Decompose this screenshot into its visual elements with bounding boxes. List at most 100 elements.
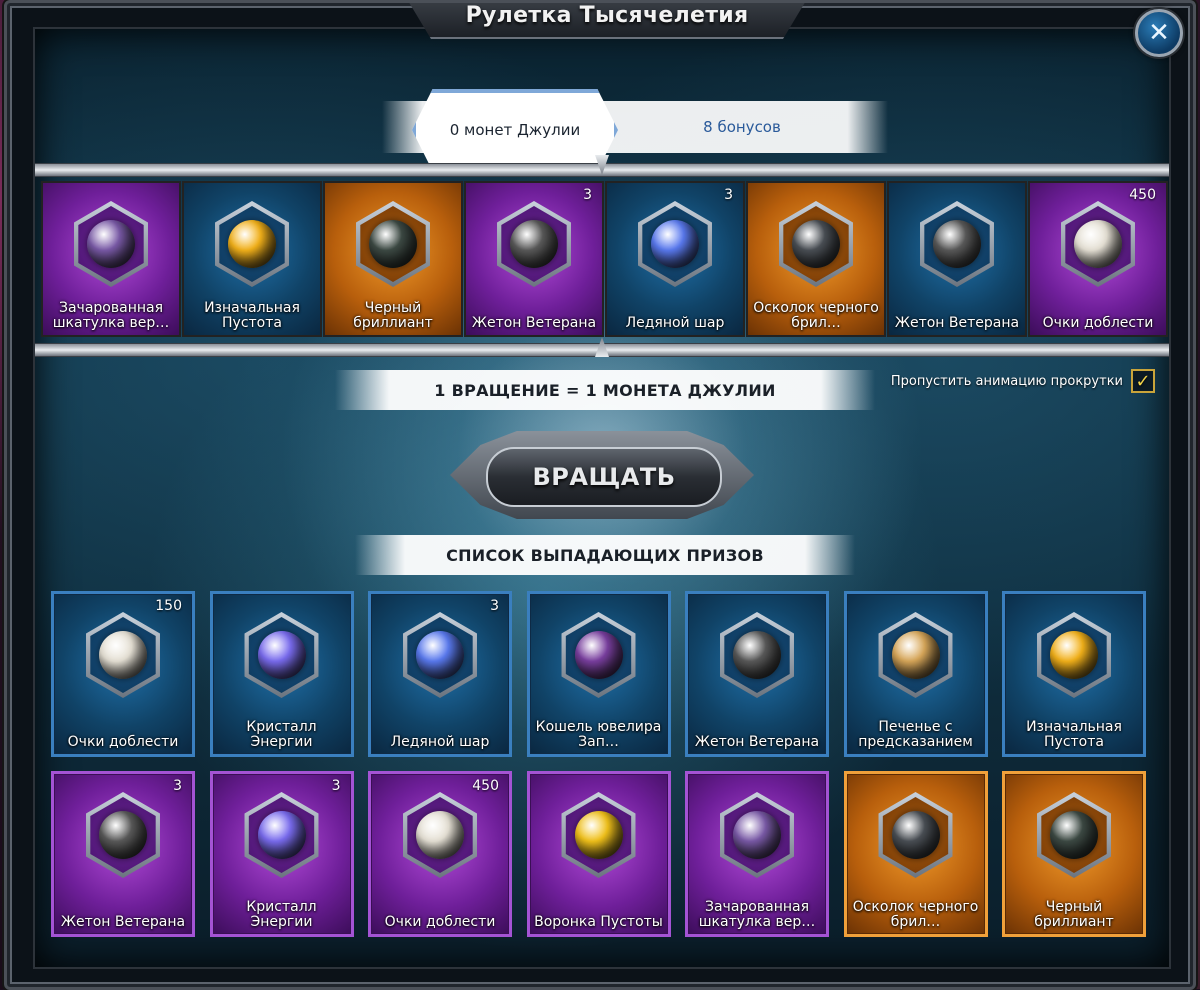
prize-tile[interactable]: Жетон Ветерана [685, 591, 829, 757]
item-label: Изначальная Пустота [204, 300, 300, 331]
prize-tile[interactable]: Кошель ювелира Зап… [526, 591, 671, 757]
prize-tile[interactable]: Жетон Ветерана [887, 181, 1027, 337]
item-frame-inner [565, 617, 632, 693]
item-frame [86, 792, 160, 878]
item-label: Очки доблести [67, 734, 179, 750]
item-frame [920, 201, 994, 287]
item-frame-inner [565, 797, 632, 873]
item-label: Кошель ювелира Зап… [535, 719, 662, 750]
prize-tile[interactable]: 3 Ледяной шар [368, 591, 512, 757]
item-frame-inner [724, 797, 790, 873]
prize-tile[interactable]: Кристалл Энергии [209, 591, 354, 757]
item-quantity: 450 [472, 778, 499, 794]
item-label: Жетон Ветерана [60, 914, 186, 930]
spin-button[interactable]: ВРАЩАТЬ [486, 447, 722, 507]
item-frame [86, 612, 160, 698]
item-frame-inner [1041, 797, 1107, 873]
prize-tile[interactable]: Изначальная Пустота [182, 181, 322, 337]
black-diamond-shard-icon [891, 811, 940, 859]
prize-tile[interactable]: 150 Очки доблести [51, 591, 195, 757]
item-frame [403, 612, 477, 698]
item-label: Очки доблести [384, 914, 496, 930]
item-frame-inner [724, 617, 790, 693]
item-frame-inner [882, 797, 949, 873]
currency-bar: 0 монет Джулии 8 бонусов [382, 89, 888, 171]
prize-tile[interactable]: 3 Кристалл Энергии [209, 771, 354, 937]
prize-tile[interactable]: Воронка Пустоты [526, 771, 671, 937]
item-label: Ледяной шар [390, 734, 490, 750]
prize-tile[interactable]: Осколок черного брил… [843, 771, 988, 937]
item-frame-inner [642, 206, 708, 282]
item-frame-inner [407, 617, 473, 693]
prize-tile[interactable]: 3 Жетон Ветерана [464, 181, 604, 337]
skip-animation-checkbox[interactable]: ✓ [1131, 369, 1155, 393]
spin-cost-banner: 1 ВРАЩЕНИЕ = 1 МОНЕТА ДЖУЛИИ [335, 370, 875, 410]
item-frame [1037, 792, 1111, 878]
ice-orb-icon [416, 631, 464, 679]
item-quantity: 3 [724, 187, 733, 203]
spin-cost-text: 1 ВРАЩЕНИЕ = 1 МОНЕТА ДЖУЛИИ [434, 380, 776, 400]
jeweler-pouch-icon [574, 631, 623, 679]
item-frame-inner [248, 617, 315, 693]
item-frame [403, 792, 477, 878]
prize-tile[interactable]: Печенье с предсказанием [843, 591, 988, 757]
prize-tile[interactable]: Зачарованная шкатулка вер… [41, 181, 181, 337]
prize-tile[interactable]: Осколок черного брил… [746, 181, 886, 337]
enchanted-box-icon [733, 811, 781, 859]
prize-tile[interactable]: Черный бриллиант [1002, 771, 1146, 937]
close-button[interactable]: ✕ [1135, 9, 1183, 57]
valor-points-icon [99, 631, 147, 679]
item-label: Зачарованная шкатулка вер… [698, 899, 816, 930]
item-label: Кристалл Энергии [246, 899, 317, 930]
tab-coins[interactable]: 0 монет Джулии [412, 89, 618, 171]
item-label: Изначальная Пустота [1026, 719, 1122, 750]
prize-tile[interactable]: Зачарованная шкатулка вер… [685, 771, 829, 937]
item-frame [720, 612, 794, 698]
black-diamond-icon [369, 220, 417, 268]
prize-tile[interactable]: Изначальная Пустота [1002, 591, 1146, 757]
item-quantity: 3 [490, 598, 499, 614]
prize-tile[interactable]: 3 Жетон Ветерана [51, 771, 195, 937]
energy-crystal-icon [257, 631, 306, 679]
prize-tile[interactable]: 450 Очки доблести [1028, 181, 1168, 337]
prize-tile[interactable]: 450 Очки доблести [368, 771, 512, 937]
item-frame [561, 612, 636, 698]
item-quantity: 3 [583, 187, 592, 203]
veteran-token-icon [933, 220, 981, 268]
item-frame-inner [882, 617, 949, 693]
item-frame [1061, 201, 1135, 287]
item-label: Кристалл Энергии [246, 719, 317, 750]
check-icon: ✓ [1135, 370, 1151, 392]
veteran-token-icon [99, 811, 147, 859]
prize-tile[interactable]: Черный бриллиант [323, 181, 463, 337]
black-diamond-shard-icon [792, 220, 840, 268]
item-frame [638, 201, 712, 287]
item-quantity: 450 [1129, 187, 1156, 203]
tab-bonuses[interactable]: 8 бонусов [672, 101, 812, 153]
skip-animation-toggle[interactable]: Пропустить анимацию прокрутки ✓ [891, 369, 1155, 393]
item-frame-inner [78, 206, 144, 282]
item-label: Печенье с предсказанием [858, 719, 973, 750]
item-label: Жетон Ветерана [471, 315, 597, 331]
prize-tile[interactable]: 3 Ледяной шар [605, 181, 745, 337]
prize-list-banner: СПИСОК ВЫПАДАЮЩИХ ПРИЗОВ [355, 535, 855, 575]
item-frame [74, 201, 148, 287]
item-frame-inner [360, 206, 426, 282]
item-frame-inner [924, 206, 990, 282]
item-label: Очки доблести [1042, 315, 1154, 331]
close-icon: ✕ [1148, 18, 1170, 48]
item-frame-inner [783, 206, 849, 282]
item-frame [561, 792, 636, 878]
item-label: Черный бриллиант [1034, 899, 1114, 930]
item-label: Ледяной шар [625, 315, 725, 331]
primal-void-icon [1050, 631, 1098, 679]
item-frame [779, 201, 853, 287]
item-label: Воронка Пустоты [534, 914, 663, 930]
item-frame [878, 792, 953, 878]
item-frame [1037, 612, 1111, 698]
fortune-cookie-icon [891, 631, 940, 679]
void-funnel-icon [574, 811, 623, 859]
item-frame-inner [407, 797, 473, 873]
enchanted-box-icon [87, 220, 135, 268]
primal-void-icon [228, 220, 276, 268]
